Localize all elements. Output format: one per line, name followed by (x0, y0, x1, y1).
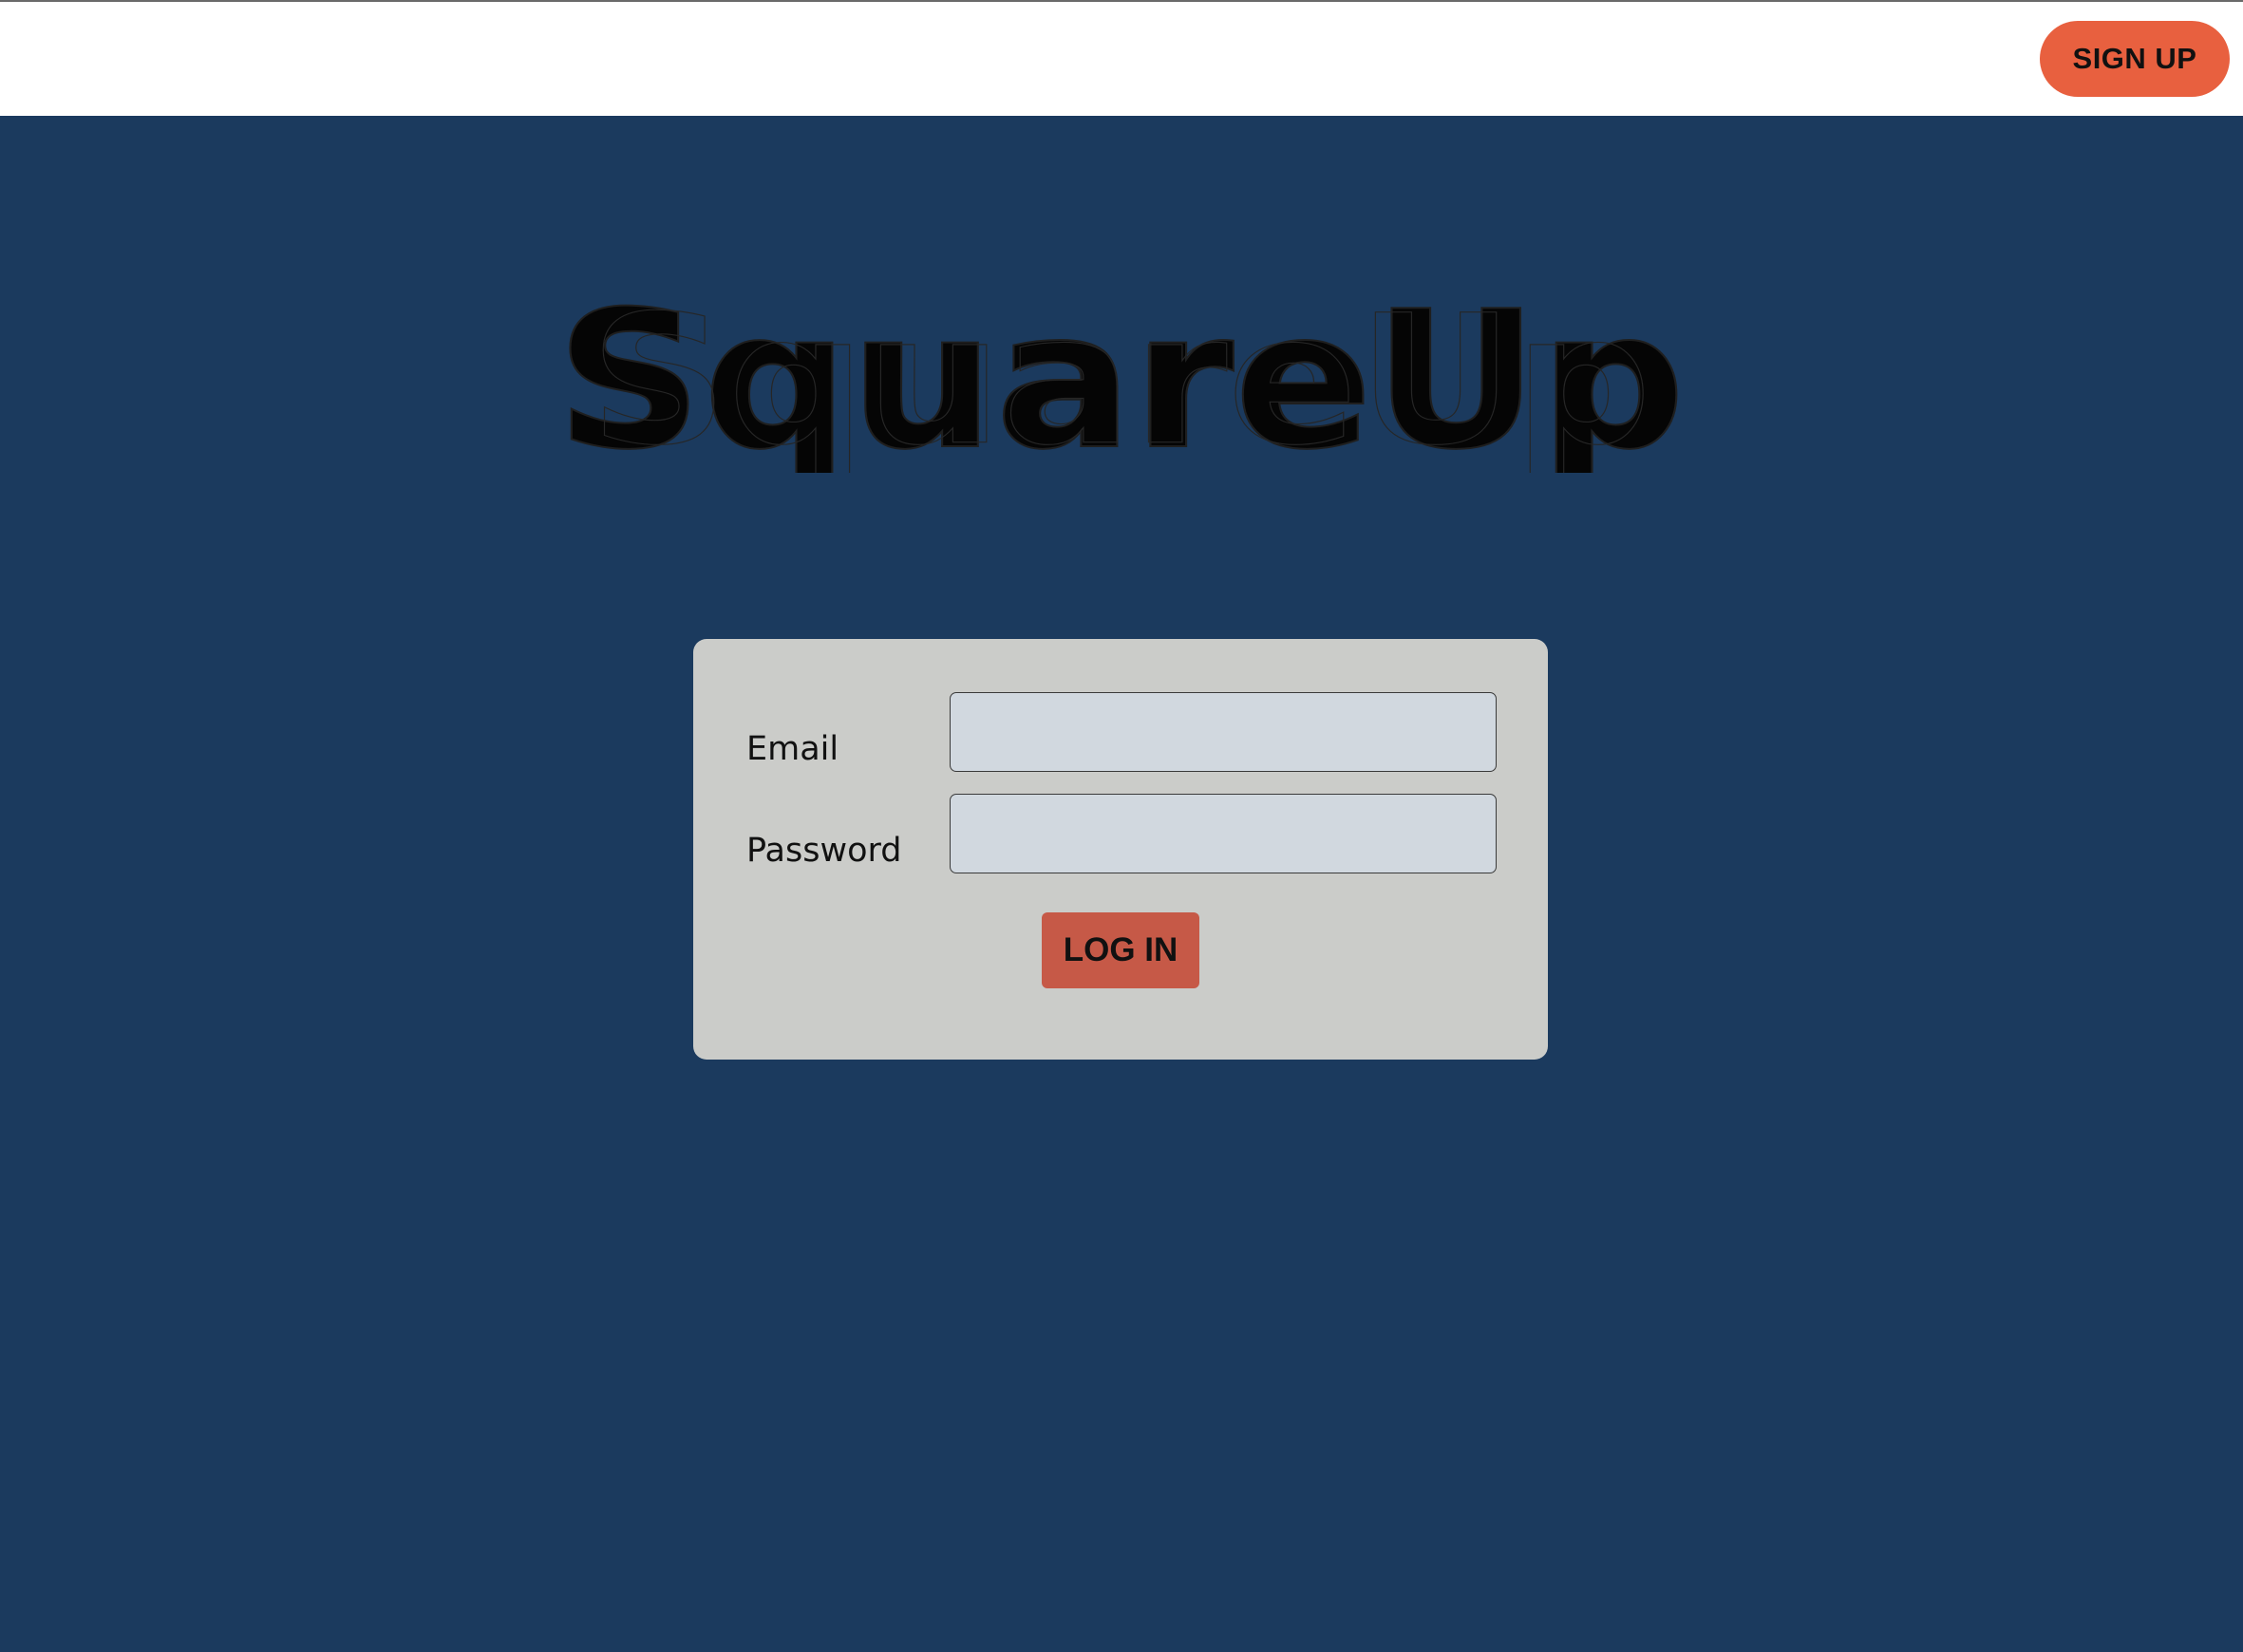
email-field[interactable] (950, 692, 1497, 772)
logo-wordmark: SquareUp SquareUp (555, 283, 1687, 473)
signup-button[interactable]: SIGN UP (2040, 21, 2230, 97)
main-area: SquareUp SquareUp Email Password LOG IN (0, 116, 2243, 1652)
squareup-logo: SquareUp SquareUp (551, 283, 1690, 473)
login-form: Email Password LOG IN (693, 639, 1548, 1060)
logo-text-inline: SquareUp (590, 283, 1652, 473)
top-bar: SIGN UP (0, 0, 2243, 116)
login-button[interactable]: LOG IN (1042, 912, 1199, 988)
password-label: Password (746, 832, 902, 870)
email-label: Email (746, 730, 839, 768)
password-field[interactable] (950, 794, 1497, 873)
